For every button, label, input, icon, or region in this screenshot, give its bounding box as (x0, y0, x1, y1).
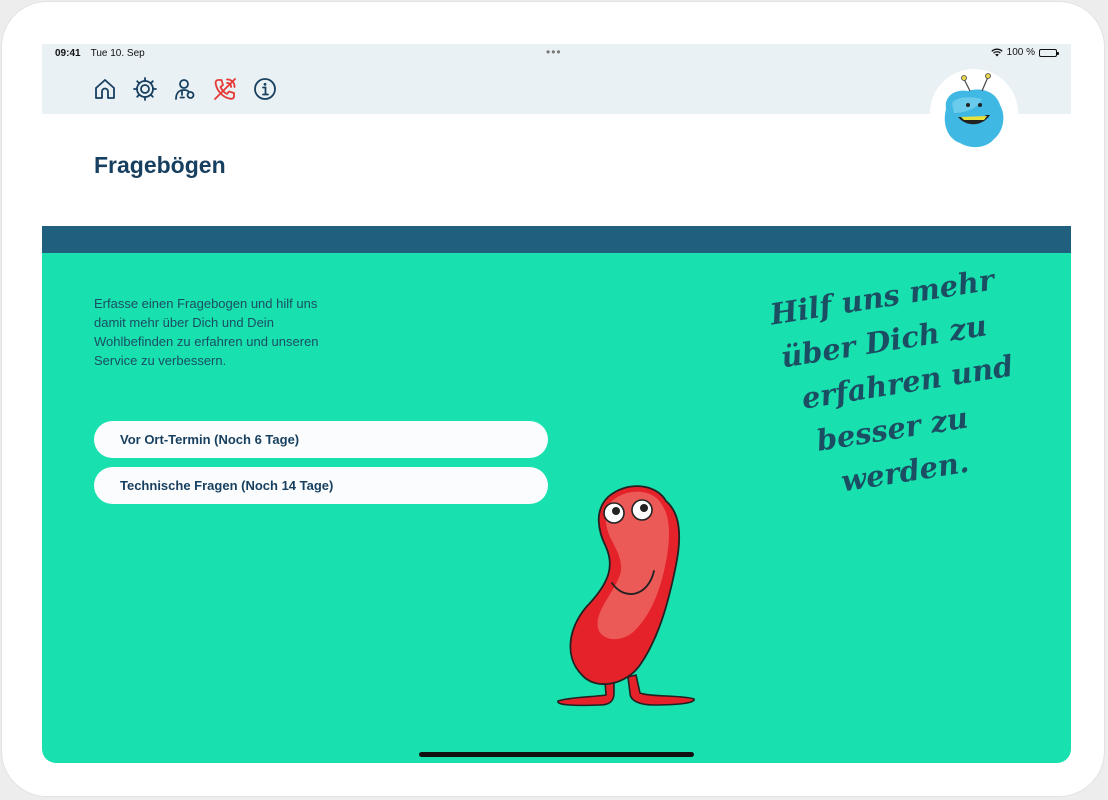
wifi-icon (990, 48, 1003, 57)
header-band (42, 226, 1071, 253)
home-icon[interactable] (92, 76, 118, 102)
status-bar: 09:41 Tue 10. Sep ••• 100 % (42, 44, 1071, 62)
status-right: 100 % (990, 47, 1059, 58)
emergency-phone-icon[interactable] (212, 76, 238, 102)
home-indicator[interactable] (419, 752, 694, 757)
questionnaire-panel: Erfasse einen Fragebogen und hilf uns da… (42, 253, 1071, 763)
mascot-avatar[interactable] (930, 69, 1018, 157)
intro-text: Erfasse einen Fragebogen und hilf uns da… (94, 296, 319, 368)
settings-gear-icon[interactable] (132, 76, 158, 102)
info-icon[interactable] (252, 76, 278, 102)
status-left: 09:41 Tue 10. Sep (55, 48, 145, 59)
slogan-handwritten: Hilf uns mehr über Dich zu erfahren und … (767, 252, 1058, 510)
multitask-dots[interactable]: ••• (546, 45, 562, 59)
top-toolbar (42, 62, 1071, 114)
kidney-mascot-illustration (557, 485, 695, 707)
page-title: Fragebögen (94, 152, 226, 178)
battery-icon (1039, 48, 1059, 57)
profile-icon[interactable] (172, 76, 198, 102)
questionnaire-button-on-site[interactable]: Vor Ort-Termin (Noch 6 Tage) (94, 421, 548, 458)
status-date: Tue 10. Sep (90, 48, 145, 59)
app-screen: 09:41 Tue 10. Sep ••• 100 % Fragebögen E… (42, 44, 1071, 763)
tablet-frame: 09:41 Tue 10. Sep ••• 100 % Fragebögen E… (1, 1, 1105, 797)
battery-percent: 100 % (1006, 47, 1035, 58)
questionnaire-button-technical[interactable]: Technische Fragen (Noch 14 Tage) (94, 467, 548, 504)
status-time: 09:41 (55, 48, 81, 59)
